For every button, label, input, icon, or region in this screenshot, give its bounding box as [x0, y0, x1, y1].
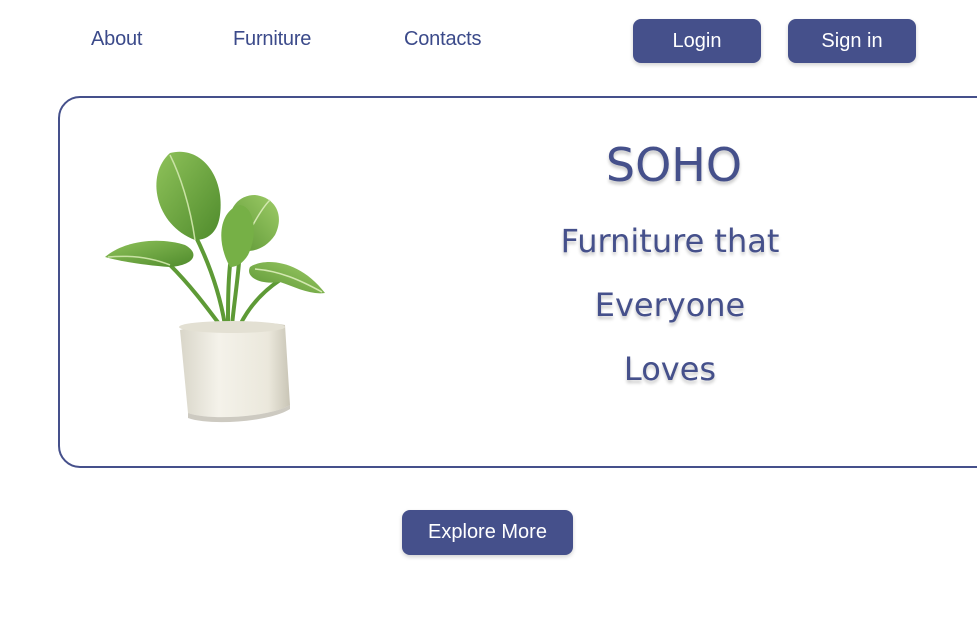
login-button[interactable]: Login: [633, 19, 761, 63]
page: About Furniture Contacts Login Sign in S…: [0, 0, 977, 622]
nav-link-furniture[interactable]: Furniture: [233, 28, 311, 51]
hero-tagline-line-2: Everyone: [594, 286, 746, 324]
hero-title: SOHO: [605, 138, 743, 192]
hero-tagline-line-3: Loves: [623, 350, 717, 388]
sign-in-button[interactable]: Sign in: [788, 19, 916, 63]
hero-tagline-line-1: Furniture that: [560, 222, 780, 260]
nav-link-contacts[interactable]: Contacts: [404, 28, 482, 51]
explore-more-button[interactable]: Explore More: [402, 510, 573, 555]
nav-link-about[interactable]: About: [91, 28, 142, 51]
potted-plant-image: [100, 145, 340, 430]
